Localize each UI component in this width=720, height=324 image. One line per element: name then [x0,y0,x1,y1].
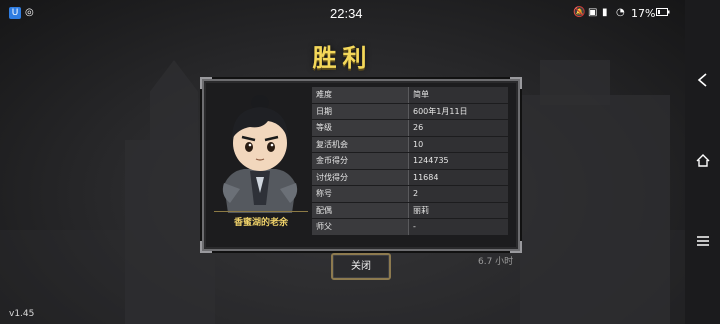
stat-row: 等级 26 [312,119,508,137]
app-badge-icon: U [9,7,21,19]
playtime-label: 6.7 小时 [478,257,514,267]
battery-level: 17% [631,7,656,20]
menu-icon[interactable] [693,233,713,253]
panel-corner [510,241,522,253]
character-name: 香蜜湖的老余 [233,218,288,228]
castle-tower-left [150,60,198,150]
stat-label: 讨伐得分 [312,169,409,186]
stat-row: 复活机会 10 [312,136,508,153]
mute-icon: 🔕 [573,7,586,18]
result-stats-table: 难度 简单 日期 600年1月11日 等级 26 复活机会 10 金币得分 1244735 讨伐得分… [312,87,508,236]
back-icon[interactable] [693,72,713,92]
stat-label: 等级 [312,119,409,137]
result-panel: 香蜜湖的老余 难度 简单 日期 600年1月11日 等级 26 复活机会 10 金币得分 1244… [200,77,522,253]
stat-value: 1244735 [408,152,508,170]
stat-row: 金币得分 1244735 [312,152,508,170]
stat-value: 丽莉 [408,202,508,219]
wifi-icon: ◔ [616,7,625,18]
stat-row: 难度 简单 [312,87,508,104]
signal-icon: ▮ [602,7,608,18]
stat-row: 称号 2 [312,185,508,203]
stat-label: 复活机会 [312,136,409,153]
stat-label: 日期 [312,103,409,120]
stat-value: - [408,218,508,236]
stat-value: 600年1月11日 [408,103,508,120]
status-bar: U ◎ 22:34 🔕 ▣ ▮ ◔ 17% [0,0,685,26]
stat-label: 配偶 [312,202,409,219]
stat-row: 师父 - [312,218,508,236]
notification-icon: ◎ [25,7,34,18]
system-nav-bar [685,0,720,324]
knight-avatar-icon [222,95,298,213]
stat-label: 称号 [312,185,409,203]
home-icon[interactable] [693,152,713,172]
stat-value: 简单 [408,87,508,104]
version-label: v1.45 [9,309,35,319]
stat-value: 26 [408,119,508,137]
stat-row: 讨伐得分 11684 [312,169,508,186]
close-button[interactable]: 关闭 [331,253,391,280]
stat-label: 金币得分 [312,152,409,170]
stat-value: 10 [408,136,508,153]
status-time: 22:34 [330,6,363,21]
stat-row: 日期 600年1月11日 [312,103,508,120]
game-scene: U ◎ 22:34 🔕 ▣ ▮ ◔ 17% 胜利 香蜜湖的老余 难度 简单 日期… [0,0,685,324]
name-divider [214,211,308,212]
stat-label: 难度 [312,87,409,104]
panel-corner [510,77,522,89]
victory-title: 胜利 [312,44,373,72]
stat-row: 配偶 丽莉 [312,202,508,219]
stat-label: 师父 [312,218,409,236]
hd-icon: ▣ [588,7,598,18]
stat-value: 2 [408,185,508,203]
stat-value: 11684 [408,169,508,186]
battery-icon [656,8,670,19]
